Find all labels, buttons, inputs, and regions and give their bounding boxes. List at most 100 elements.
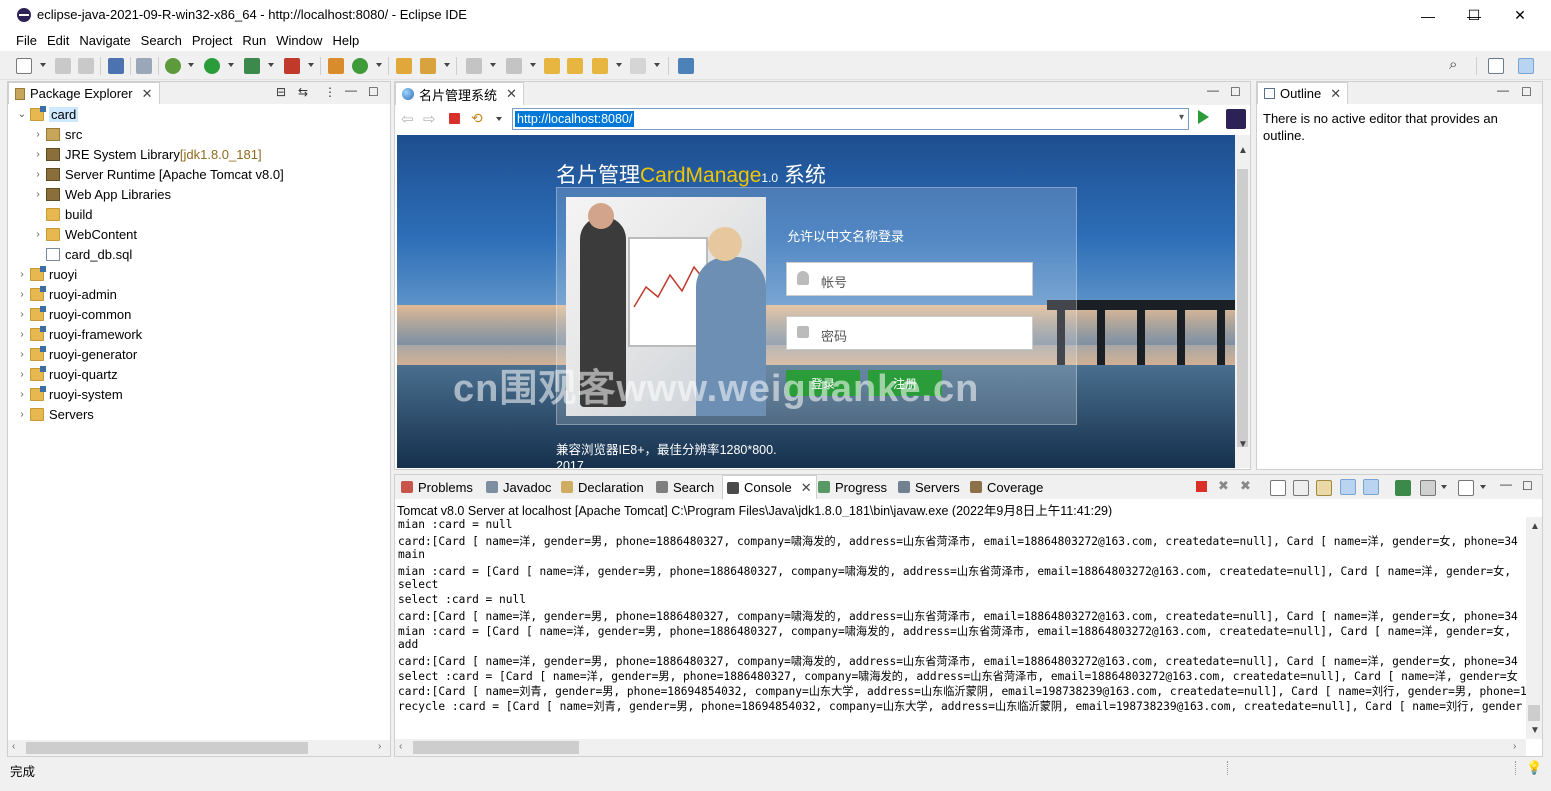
chevron-down-icon[interactable]: ⌄	[14, 109, 30, 120]
chevron-right-icon[interactable]: ›	[14, 369, 30, 380]
eclipse-browser-icon[interactable]	[1226, 109, 1246, 129]
menu-run[interactable]: Run	[237, 31, 271, 51]
terminal-icon[interactable]	[108, 58, 124, 74]
collapse-all-icon[interactable]: ⊟	[276, 85, 286, 99]
tab-servers[interactable]: Servers	[894, 475, 964, 499]
chevron-right-icon[interactable]: ›	[14, 269, 30, 280]
minimize-button[interactable]: —	[1405, 0, 1451, 31]
debug-icon[interactable]	[165, 58, 181, 74]
scroll-lock-icon[interactable]	[1293, 480, 1309, 496]
forward-edit-icon[interactable]	[567, 58, 583, 74]
chevron-right-icon[interactable]: ›	[14, 309, 30, 320]
tab-outline[interactable]: Outline ✕	[1257, 82, 1349, 104]
open-type-icon[interactable]	[396, 58, 412, 74]
close-tab-icon[interactable]: ✕	[142, 86, 153, 102]
chevron-right-icon[interactable]: ›	[30, 149, 46, 160]
minimize-view-icon[interactable]: —	[1500, 477, 1512, 491]
new-class-icon[interactable]	[352, 58, 368, 74]
new-icon[interactable]	[16, 58, 32, 74]
menu-search[interactable]: Search	[136, 31, 187, 51]
console-hscrollbar[interactable]: ‹ ›	[395, 739, 1526, 756]
tab-console[interactable]: Console ✕	[722, 475, 817, 499]
tab-package-explorer[interactable]: Package Explorer ✕	[8, 82, 160, 104]
save-all-icon[interactable]	[78, 58, 94, 74]
tab-coverage[interactable]: Coverage	[966, 475, 1047, 499]
vscroll-thumb[interactable]	[1528, 705, 1540, 721]
skip-breakpoints-icon[interactable]	[136, 58, 152, 74]
tree-item[interactable]: › ruoyi-framework	[14, 324, 142, 344]
password-input[interactable]: 密码	[786, 316, 1033, 350]
vscroll-thumb[interactable]	[1237, 169, 1248, 447]
last-edit-icon[interactable]	[544, 58, 560, 74]
hscroll-thumb[interactable]	[26, 742, 308, 754]
stop-icon[interactable]	[449, 113, 460, 124]
chevron-right-icon[interactable]: ›	[14, 329, 30, 340]
package-explorer-hscrollbar[interactable]: ‹ ›	[8, 740, 390, 756]
close-window-button[interactable]: ✕	[1497, 0, 1543, 31]
menu-navigate[interactable]: Navigate	[74, 31, 135, 51]
tree-item[interactable]: › src	[30, 124, 82, 144]
minimize-view-icon[interactable]: —	[345, 83, 357, 97]
previous-annotation-icon[interactable]	[506, 58, 522, 74]
open-perspective-icon[interactable]	[1488, 58, 1504, 74]
maximize-view-icon[interactable]: ☐	[1521, 85, 1532, 99]
maximize-view-icon[interactable]: ☐	[368, 85, 379, 99]
go-icon[interactable]	[1198, 110, 1209, 124]
show-stdout-icon[interactable]	[1340, 479, 1356, 495]
run-icon[interactable]	[204, 58, 220, 74]
menu-window[interactable]: Window	[271, 31, 327, 51]
refresh-icon[interactable]: ⟲	[471, 110, 483, 127]
search-icon[interactable]: ⌕	[1449, 56, 1457, 73]
account-input[interactable]: 帐号	[786, 262, 1033, 296]
save-icon[interactable]	[55, 58, 71, 74]
back-icon[interactable]: ⇦	[401, 110, 414, 128]
tree-item[interactable]: › ruoyi-system	[14, 384, 123, 404]
tree-item[interactable]: › ruoyi-common	[14, 304, 131, 324]
tree-item[interactable]: ⌄ card	[14, 104, 79, 124]
tab-javadoc[interactable]: Javadoc	[482, 475, 555, 499]
tree-item[interactable]: › ruoyi-quartz	[14, 364, 118, 384]
tree-item[interactable]: card_db.sql	[30, 244, 132, 264]
browser-vscrollbar[interactable]: ▲ ▼	[1235, 135, 1250, 468]
remove-launch-icon[interactable]: ✖	[1218, 478, 1229, 494]
open-console-icon[interactable]	[1458, 480, 1474, 496]
tab-search[interactable]: Search	[652, 475, 718, 499]
forward-icon[interactable]: ⇨	[423, 110, 436, 128]
tree-item[interactable]: › ruoyi	[14, 264, 77, 284]
url-history-dropdown-icon[interactable]: ▾	[1179, 112, 1184, 123]
pin-console-icon[interactable]	[1395, 480, 1411, 496]
chevron-right-icon[interactable]: ›	[30, 169, 46, 180]
chevron-right-icon[interactable]: ›	[30, 129, 46, 140]
tab-problems[interactable]: Problems	[397, 475, 477, 499]
view-menu-icon[interactable]: ⋮	[324, 85, 336, 99]
tree-item[interactable]: › Web App Libraries	[30, 184, 171, 204]
back-icon[interactable]	[592, 58, 608, 74]
external-tools-icon[interactable]	[284, 58, 300, 74]
hscroll-thumb[interactable]	[413, 741, 579, 754]
chevron-right-icon[interactable]: ›	[14, 409, 30, 420]
tree-item[interactable]: build	[30, 204, 92, 224]
tree-item[interactable]: › JRE System Library [jdk1.8.0_181]	[30, 144, 261, 164]
tree-item[interactable]: › ruoyi-generator	[14, 344, 137, 364]
tab-declaration[interactable]: Declaration	[557, 475, 648, 499]
console-output[interactable]: mian :card = null card:[Card [ name=洋, ge…	[395, 517, 1526, 739]
tree-item[interactable]: › ruoyi-admin	[14, 284, 117, 304]
display-console-icon[interactable]	[1420, 480, 1436, 496]
next-annotation-icon[interactable]	[466, 58, 482, 74]
word-wrap-icon[interactable]	[1316, 480, 1332, 496]
tips-lightbulb-icon[interactable]: 💡	[1526, 760, 1542, 776]
tab-progress[interactable]: Progress	[814, 475, 891, 499]
terminate-icon[interactable]	[1196, 481, 1207, 492]
remove-all-launches-icon[interactable]: ✖	[1240, 478, 1251, 494]
tree-item[interactable]: › WebContent	[30, 224, 137, 244]
menu-project[interactable]: Project	[187, 31, 237, 51]
menu-file[interactable]: File	[11, 31, 42, 51]
chevron-right-icon[interactable]: ›	[30, 229, 46, 240]
url-field[interactable]: http://localhost:8080/ ▾	[512, 108, 1189, 130]
chevron-right-icon[interactable]: ›	[14, 289, 30, 300]
menu-help[interactable]: Help	[327, 31, 364, 51]
chevron-right-icon[interactable]: ›	[14, 389, 30, 400]
show-stderr-icon[interactable]	[1363, 479, 1379, 495]
java-ee-perspective-icon[interactable]	[1518, 58, 1534, 74]
tree-item[interactable]: › Server Runtime [Apache Tomcat v8.0]	[30, 164, 283, 184]
